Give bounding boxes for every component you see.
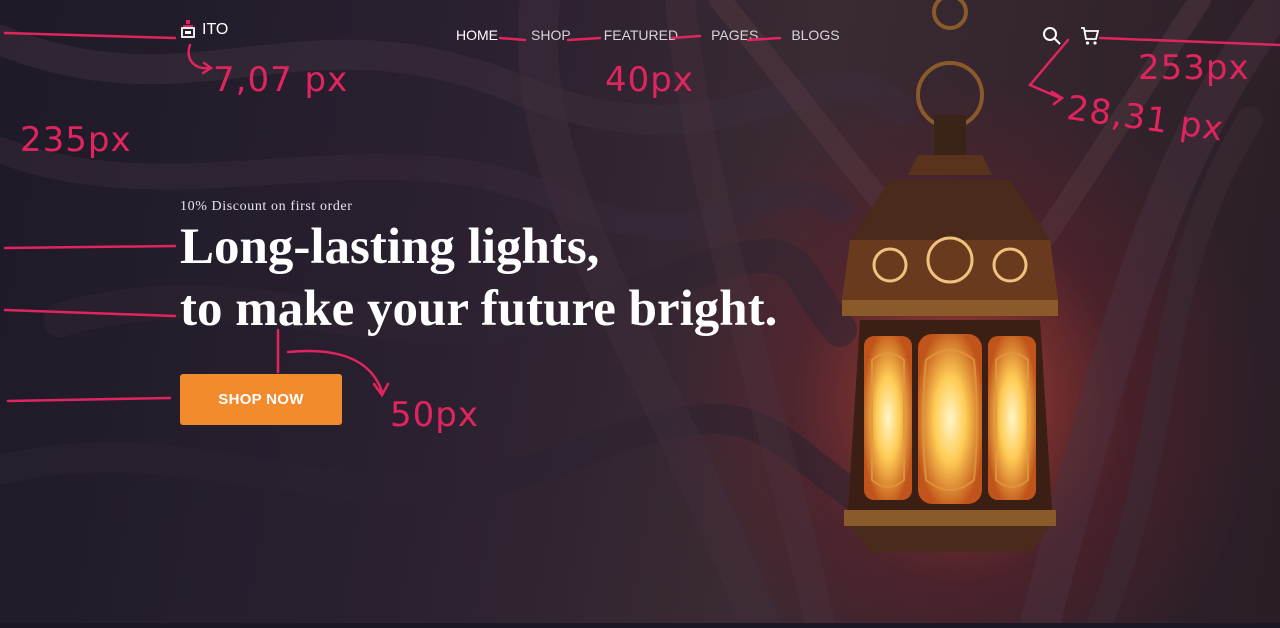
discount-tagline: 10% Discount on first order [180,199,353,214]
header-icons [1042,26,1100,46]
nav-item-featured[interactable]: FEATURED [604,27,678,43]
brand-name: ITO [202,21,229,38]
nav-item-shop[interactable]: SHOP [531,27,571,43]
brand[interactable]: ITO [180,20,228,40]
shop-now-button[interactable]: SHOP NOW [180,374,342,425]
headline-line-1: Long-lasting lights, [180,219,600,275]
search-icon[interactable] [1042,26,1062,46]
hero-headline: Long-lasting lights, to make your future… [180,216,777,340]
nav-item-pages[interactable]: PAGES [711,27,758,43]
main-nav: HOME SHOP FEATURED PAGES BLOGS [456,27,873,43]
headline-line-2: to make your future bright. [180,281,778,337]
hanging-lantern-image [842,0,1058,552]
cart-icon[interactable] [1080,26,1100,46]
nav-item-home[interactable]: HOME [456,27,498,43]
nav-item-blogs[interactable]: BLOGS [791,27,839,43]
lantern-logo-icon [180,20,196,40]
